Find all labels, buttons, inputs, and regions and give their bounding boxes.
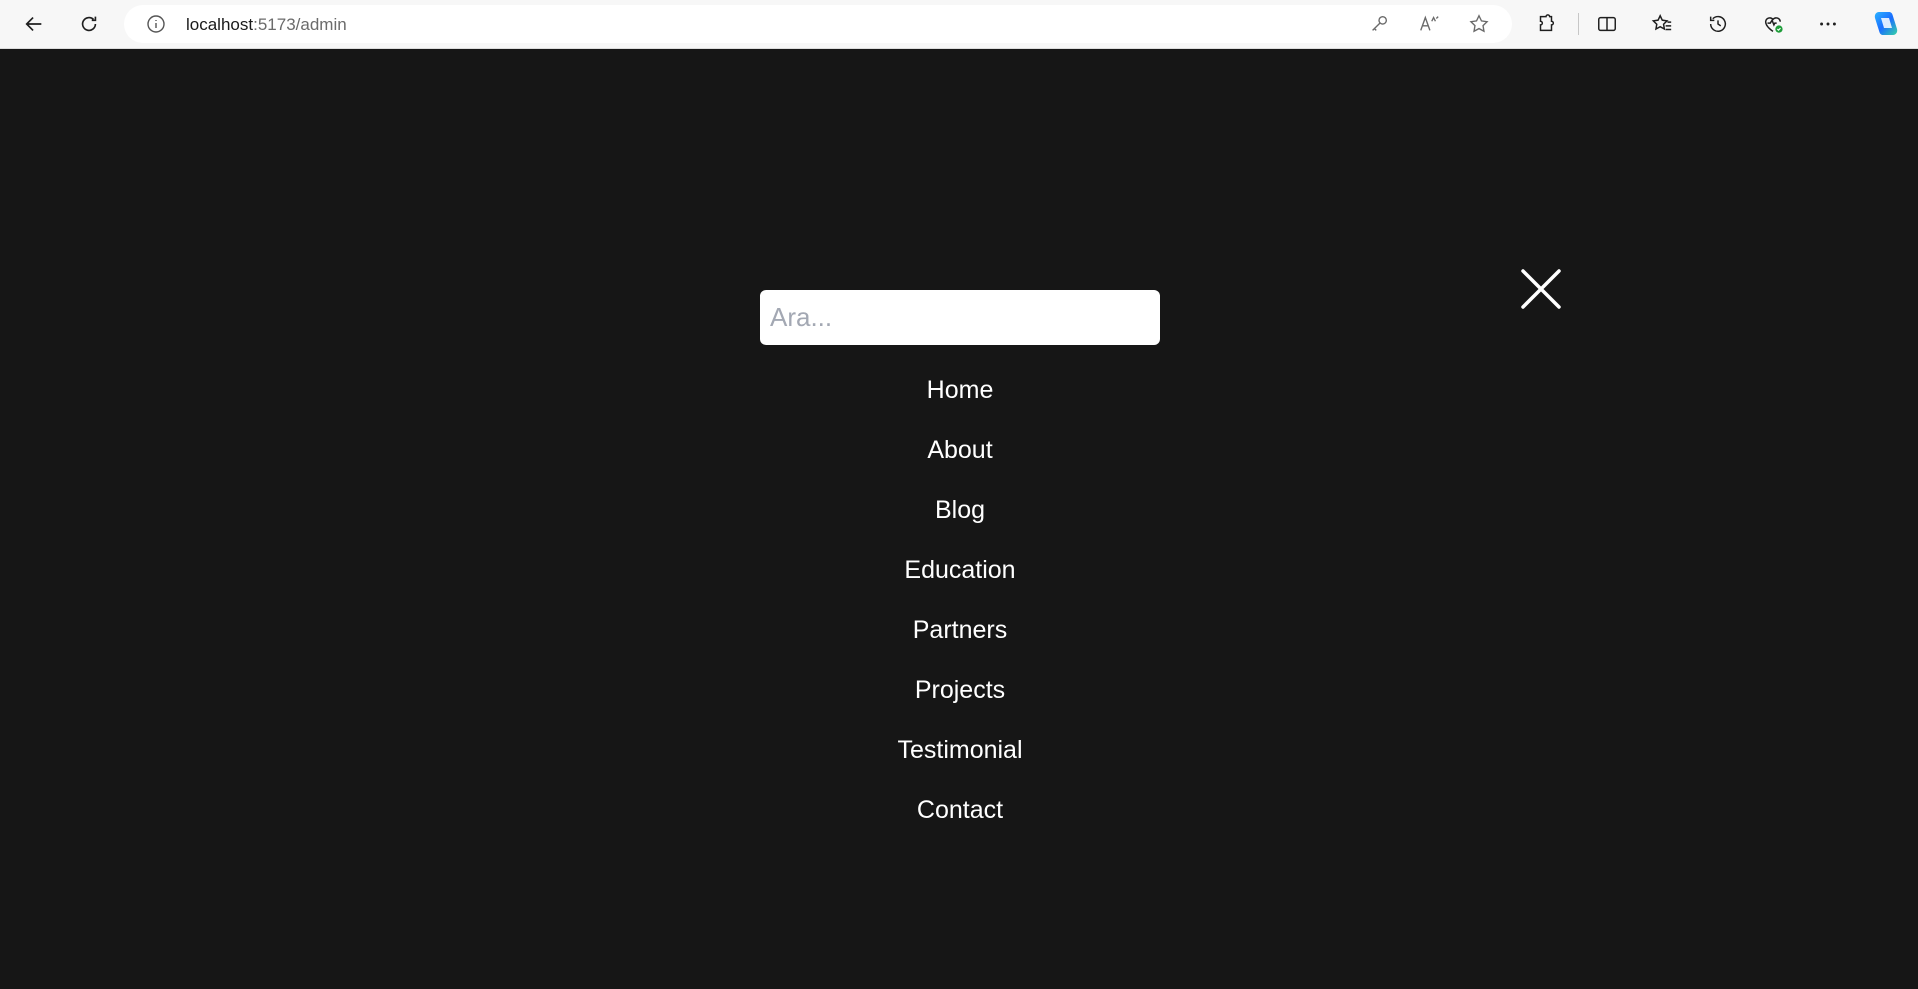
- address-bar[interactable]: localhost:5173/admin: [124, 5, 1512, 43]
- info-icon[interactable]: [146, 14, 166, 34]
- nav-item-partners[interactable]: Partners: [760, 600, 1160, 660]
- more-icon[interactable]: [1811, 8, 1845, 40]
- toolbar-divider: [1578, 13, 1579, 35]
- extensions-icon[interactable]: [1529, 8, 1563, 40]
- url-host: localhost: [186, 15, 254, 34]
- favorite-star-icon[interactable]: [1468, 13, 1490, 35]
- history-icon[interactable]: [1701, 8, 1735, 40]
- split-screen-icon[interactable]: [1590, 8, 1624, 40]
- refresh-icon[interactable]: [72, 8, 106, 40]
- nav-item-about[interactable]: About: [760, 420, 1160, 480]
- nav-item-projects[interactable]: Projects: [760, 660, 1160, 720]
- nav-menu: Home About Blog Education Partners Proje…: [760, 360, 1160, 840]
- search-input[interactable]: [760, 290, 1160, 345]
- close-icon[interactable]: [1519, 267, 1563, 311]
- browser-toolbar: localhost:5173/admin: [0, 0, 1918, 49]
- key-icon[interactable]: [1368, 13, 1390, 35]
- nav-item-education[interactable]: Education: [760, 540, 1160, 600]
- nav-item-blog[interactable]: Blog: [760, 480, 1160, 540]
- read-aloud-icon[interactable]: [1418, 13, 1440, 35]
- nav-item-testimonial[interactable]: Testimonial: [760, 720, 1160, 780]
- copilot-icon[interactable]: [1870, 9, 1900, 39]
- browser-essentials-icon[interactable]: [1756, 8, 1790, 40]
- nav-item-contact[interactable]: Contact: [760, 780, 1160, 840]
- back-arrow-icon[interactable]: [17, 8, 51, 40]
- nav-item-home[interactable]: Home: [760, 360, 1160, 420]
- url-path: :5173/admin: [253, 15, 347, 34]
- url-text: localhost:5173/admin: [186, 15, 347, 35]
- favorites-icon[interactable]: [1645, 8, 1679, 40]
